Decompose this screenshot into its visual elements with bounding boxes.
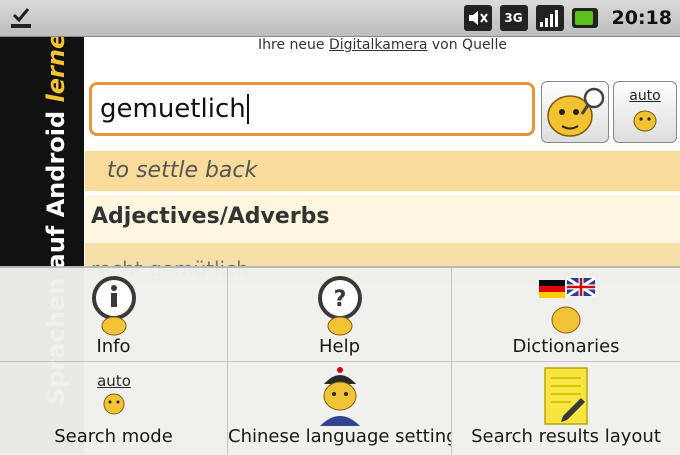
status-time: 20:18 bbox=[611, 7, 672, 29]
text-cursor bbox=[246, 94, 249, 124]
signal-icon bbox=[535, 5, 564, 31]
results-layout-icon bbox=[544, 367, 588, 425]
menu-item-search-results-layout[interactable]: Search results layout bbox=[452, 362, 680, 455]
options-menu: Info ? Help Dictionaries auto Search mod… bbox=[0, 266, 680, 455]
battery-icon bbox=[571, 8, 598, 28]
menu-item-search-mode[interactable]: auto Search mode bbox=[0, 362, 228, 455]
ad-banner[interactable]: Ihre neue Digitalkamera von Quelle bbox=[85, 37, 680, 75]
translation-result[interactable]: to settle back bbox=[85, 151, 680, 191]
section-heading: Adjectives/Adverbs bbox=[85, 195, 680, 243]
mute-icon bbox=[463, 5, 492, 31]
menu-label: Info bbox=[96, 336, 131, 357]
3g-icon: 3G bbox=[499, 5, 528, 31]
menu-label: Dictionaries bbox=[512, 336, 620, 357]
menu-item-dictionaries[interactable]: Dictionaries bbox=[452, 268, 680, 362]
menu-item-info[interactable]: Info bbox=[0, 268, 228, 362]
ad-link[interactable]: Digitalkamera bbox=[329, 37, 427, 53]
search-input[interactable]: gemuetlich bbox=[89, 82, 535, 136]
chinese-setting-icon bbox=[319, 367, 360, 426]
leo-mini-icon bbox=[633, 110, 657, 132]
info-icon bbox=[91, 276, 136, 336]
menu-label: Search results layout bbox=[471, 426, 661, 447]
menu-item-chinese-language-setting[interactable]: Chinese language setting bbox=[228, 362, 452, 455]
search-button[interactable] bbox=[541, 81, 609, 143]
search-mode-icon: auto bbox=[94, 372, 134, 420]
menu-label: Chinese language setting bbox=[228, 426, 451, 447]
menu-item-help[interactable]: ? Help bbox=[228, 268, 452, 362]
download-done-icon bbox=[8, 6, 34, 30]
leo-search-icon bbox=[547, 87, 605, 137]
svg-text:?: ? bbox=[333, 287, 346, 312]
status-bar: 3G 20:18 bbox=[0, 0, 680, 37]
help-icon: ? bbox=[317, 276, 362, 336]
auto-mode-button[interactable]: auto bbox=[613, 81, 677, 143]
dictionaries-icon bbox=[539, 276, 596, 334]
menu-label: Help bbox=[318, 336, 361, 357]
menu-label: Search mode bbox=[54, 426, 173, 447]
